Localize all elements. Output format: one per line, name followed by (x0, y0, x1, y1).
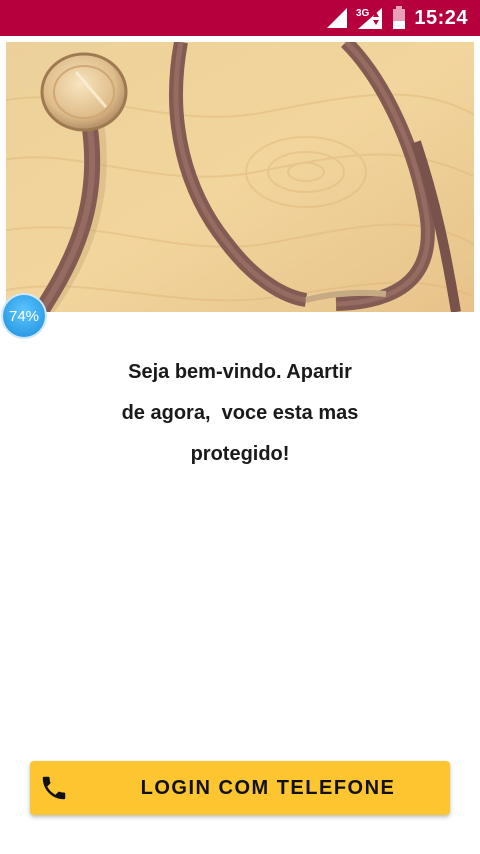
status-icons: 3G 15:24 (326, 0, 468, 36)
network-3g-icon: 3G (356, 6, 384, 30)
battery-icon (392, 6, 406, 30)
welcome-message: Seja bem-vindo. Apartir de agora, voce e… (90, 352, 390, 475)
network-label: 3G (356, 8, 370, 19)
status-time: 15:24 (414, 6, 468, 29)
screen: 3G 15:24 74% Seja bem-vindo. Apartir de … (0, 0, 480, 854)
login-with-phone-button[interactable]: LOGIN COM TELEFONE (30, 761, 450, 815)
welcome-line-2: de agora, voce esta mas (121, 402, 359, 424)
status-bar: 3G 15:24 (0, 0, 480, 36)
progress-label: 74% (8, 307, 40, 325)
welcome-line-3: protegido! (190, 443, 290, 465)
signal-icon (326, 7, 348, 29)
stethoscope-illustration (6, 42, 474, 312)
welcome-line-1: Seja bem-vindo. Apartir (128, 361, 352, 383)
hero-image (6, 42, 474, 312)
progress-badge: 74% (3, 295, 45, 337)
login-button-label: LOGIN COM TELEFONE (140, 777, 396, 799)
phone-icon (39, 773, 69, 803)
